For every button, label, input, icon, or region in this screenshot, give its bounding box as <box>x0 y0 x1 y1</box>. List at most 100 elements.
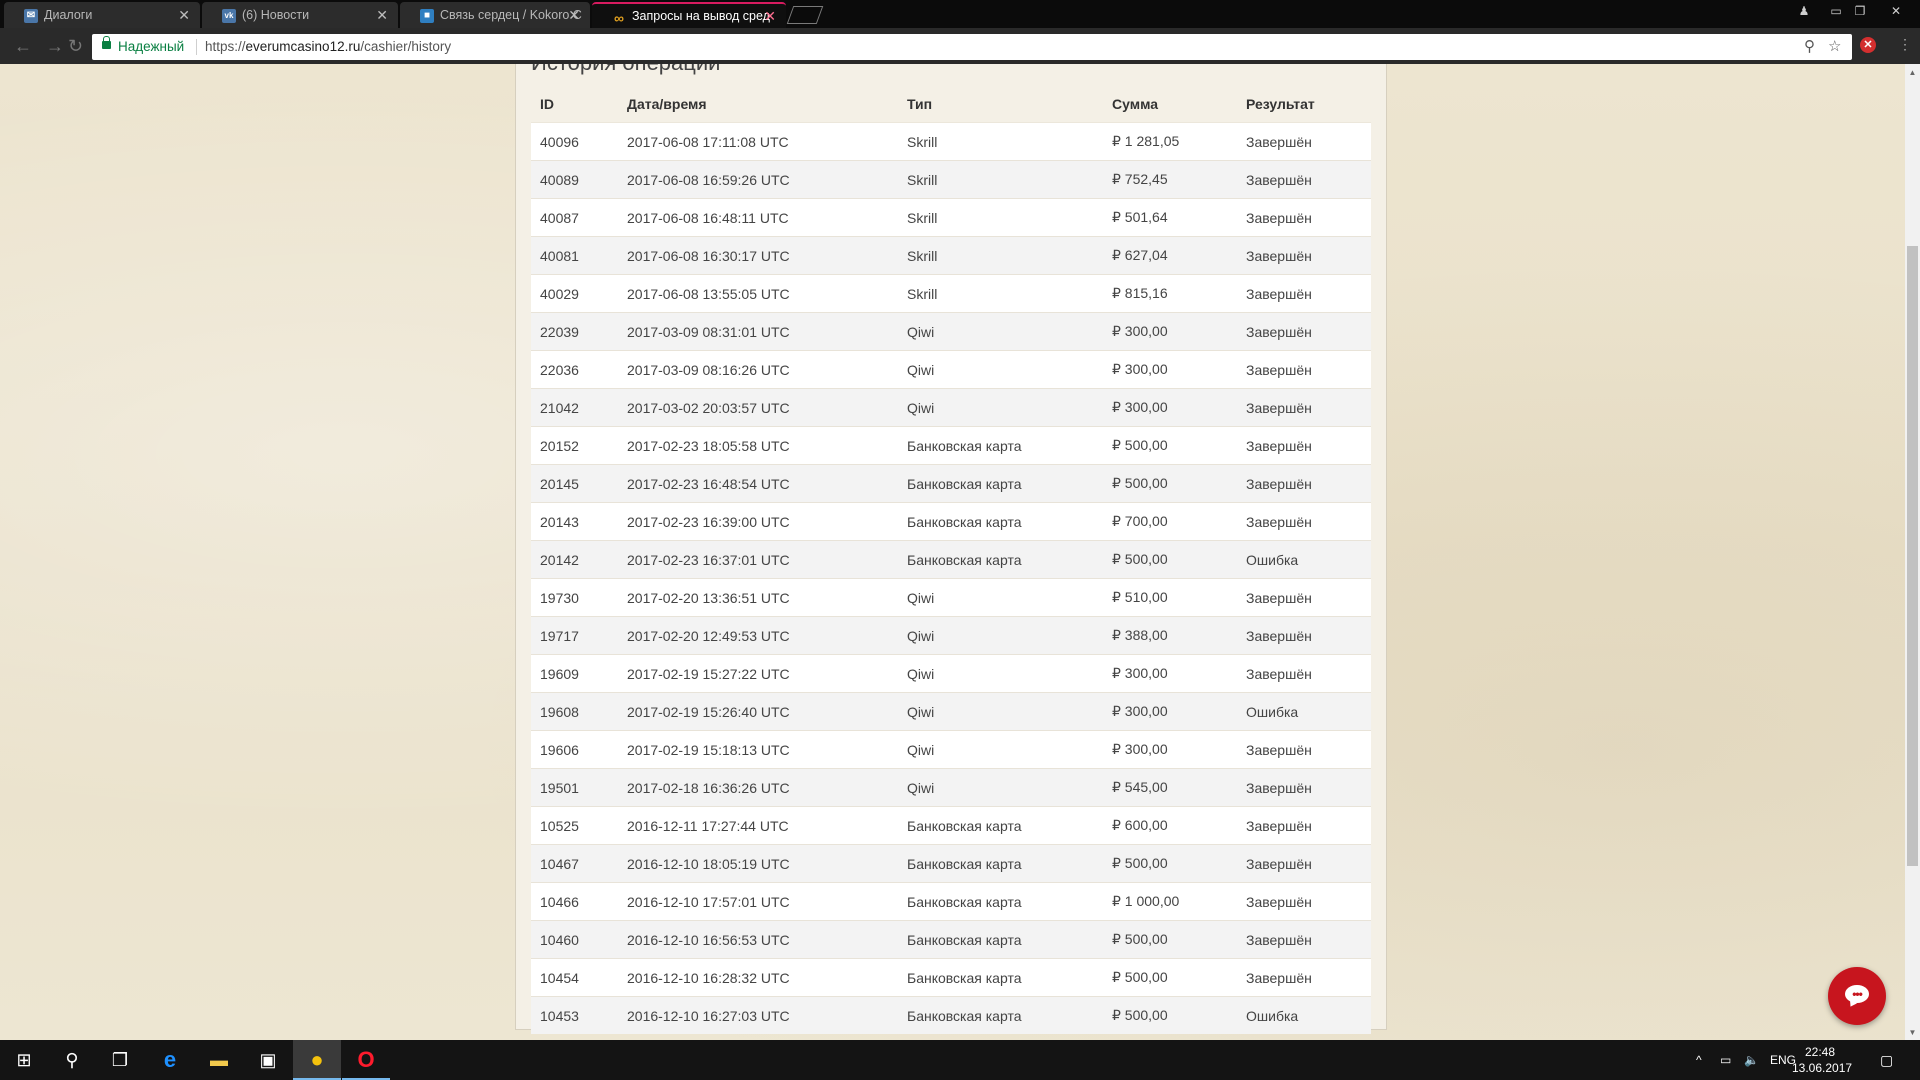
cell-amount: ₽ 300,00 <box>1103 730 1237 769</box>
explorer-button[interactable]: ▬ <box>195 1040 243 1080</box>
cell-amount: ₽ 300,00 <box>1103 350 1237 389</box>
scroll-up-arrow[interactable]: ▲ <box>1907 68 1918 77</box>
cell-type: Банковская карта <box>898 882 1103 921</box>
bookmark-icon: ■ <box>420 9 434 23</box>
tab-cashier[interactable]: ∞ Запросы на вывод сред ✕ <box>592 2 786 28</box>
folder-icon: ▬ <box>210 1050 228 1070</box>
table-row: 10525 2016-12-11 17:27:44 UTC Банковская к… <box>531 806 1371 845</box>
chat-button[interactable]: ••• <box>1828 967 1886 1025</box>
cell-amount: ₽ 627,04 <box>1103 236 1237 275</box>
column-header-datetime: Дата/время <box>618 85 898 123</box>
cell-result: Завершён <box>1237 578 1371 617</box>
cell-id: 10453 <box>531 996 618 1034</box>
star-icon[interactable]: ☆ <box>1828 37 1841 55</box>
cell-datetime: 2017-06-08 17:11:08 UTC <box>618 122 898 161</box>
tab-title: Диалоги <box>44 8 93 22</box>
scroll-down-arrow[interactable]: ▼ <box>1907 1028 1918 1037</box>
cell-result: Завершён <box>1237 616 1371 655</box>
cell-result: Завершён <box>1237 388 1371 427</box>
reload-icon[interactable]: ↻ <box>68 36 83 56</box>
profile-icon[interactable]: ♟ <box>1794 3 1814 19</box>
table-row: 40087 2017-06-08 16:48:11 UTC Skrill ₽ 501,… <box>531 198 1371 237</box>
cell-id: 10460 <box>531 920 618 959</box>
cell-type: Банковская карта <box>898 464 1103 503</box>
close-icon[interactable]: ✕ <box>178 2 190 28</box>
close-icon[interactable]: ✕ <box>764 4 776 28</box>
cell-type: Qiwi <box>898 616 1103 655</box>
new-tab-button[interactable] <box>786 6 824 24</box>
chrome-button[interactable]: ● <box>293 1040 341 1080</box>
close-icon[interactable]: ✕ <box>568 2 580 28</box>
cell-type: Skrill <box>898 274 1103 313</box>
start-button[interactable]: ⊞ <box>0 1040 48 1080</box>
browser-menu-icon[interactable]: ⋮ <box>1898 36 1912 53</box>
cell-datetime: 2017-02-19 15:18:13 UTC <box>618 730 898 769</box>
forward-icon[interactable]: → <box>46 36 64 56</box>
scrollbar-thumb[interactable] <box>1907 246 1918 866</box>
clock-time: 22:48 <box>1804 1045 1836 1059</box>
back-icon[interactable]: ← <box>14 36 32 56</box>
lock-icon <box>102 36 111 49</box>
cell-amount: ₽ 500,00 <box>1103 464 1237 503</box>
cell-amount: ₽ 752,45 <box>1103 160 1237 199</box>
cell-amount: ₽ 500,00 <box>1103 958 1237 997</box>
cell-result: Завершён <box>1237 122 1371 161</box>
tab-kokoro[interactable]: ■ Связь сердец / Kokoro C ✕ <box>400 2 590 28</box>
minimize-button[interactable]: ▭ <box>1826 3 1846 19</box>
network-icon[interactable]: ▭ <box>1720 1040 1731 1080</box>
cell-id: 21042 <box>531 388 618 427</box>
cell-result: Завершён <box>1237 236 1371 275</box>
cell-id: 19730 <box>531 578 618 617</box>
taskbar: ⊞ ⚲ ❐ e ▬ ▣ ● O ^ ▭ 🔈 ENG 22:48 13.06.20… <box>0 1040 1920 1080</box>
restore-button[interactable]: ❐ <box>1850 3 1870 19</box>
vk-icon: vk <box>222 9 236 23</box>
tray-chevron-icon[interactable]: ^ <box>1696 1040 1702 1080</box>
search-button[interactable]: ⚲ <box>48 1040 96 1080</box>
cell-amount: ₽ 500,00 <box>1103 920 1237 959</box>
volume-icon[interactable]: 🔈 <box>1744 1040 1759 1080</box>
cell-amount: ₽ 388,00 <box>1103 616 1237 655</box>
cell-amount: ₽ 700,00 <box>1103 502 1237 541</box>
adblock-extension-icon[interactable]: ✕ <box>1860 37 1876 53</box>
table-row: 20145 2017-02-23 16:48:54 UTC Банковская к… <box>531 464 1371 503</box>
cell-id: 20142 <box>531 540 618 579</box>
action-center-icon[interactable]: ▢ <box>1880 1040 1893 1080</box>
edge-button[interactable]: e <box>146 1040 194 1080</box>
store-button[interactable]: ▣ <box>244 1040 292 1080</box>
table-row: 22036 2017-03-09 08:16:26 UTC Qiwi ₽ 300,00… <box>531 350 1371 389</box>
address-bar[interactable]: Надежный https://everumcasino12.ru/cashi… <box>92 34 1852 60</box>
cell-datetime: 2016-12-10 16:56:53 UTC <box>618 920 898 959</box>
edge-icon: e <box>163 1047 177 1072</box>
cell-amount: ₽ 500,00 <box>1103 540 1237 579</box>
cell-amount: ₽ 545,00 <box>1103 768 1237 807</box>
table-row: 20152 2017-02-23 18:05:58 UTC Банковская к… <box>531 426 1371 465</box>
zoom-icon[interactable]: ⚲ <box>1804 37 1815 55</box>
cell-id: 20143 <box>531 502 618 541</box>
table-row: 20143 2017-02-23 16:39:00 UTC Банковская к… <box>531 502 1371 541</box>
opera-button[interactable]: O <box>342 1040 390 1080</box>
close-icon[interactable]: ✕ <box>376 2 388 28</box>
cell-type: Банковская карта <box>898 502 1103 541</box>
cell-type: Банковская карта <box>898 958 1103 997</box>
column-header-amount: Сумма <box>1103 85 1237 123</box>
tab-dialogs[interactable]: ✉ Диалоги ✕ <box>4 2 200 28</box>
cell-id: 22036 <box>531 350 618 389</box>
cell-type: Qiwi <box>898 388 1103 427</box>
window-close-button[interactable]: ✕ <box>1886 3 1906 19</box>
cell-result: Завершён <box>1237 806 1371 845</box>
cell-type: Qiwi <box>898 730 1103 769</box>
url-text[interactable]: https://everumcasino12.ru/cashier/histor… <box>205 39 451 54</box>
tab-title: (6) Новости <box>242 8 310 22</box>
table-body: 40096 2017-06-08 17:11:08 UTC Skrill ₽ 1 28… <box>531 122 1371 1034</box>
cell-result: Завершён <box>1237 312 1371 351</box>
clock[interactable]: 22:48 13.06.2017 <box>1792 1044 1852 1076</box>
task-view-button[interactable]: ❐ <box>96 1040 144 1080</box>
table-row: 19730 2017-02-20 13:36:51 UTC Qiwi ₽ 510,00… <box>531 578 1371 617</box>
browser-tab-bar: ✉ Диалоги ✕ vk (6) Новости ✕ ■ Связь сер… <box>0 0 1920 28</box>
cell-amount: ₽ 300,00 <box>1103 654 1237 693</box>
cell-datetime: 2017-06-08 16:59:26 UTC <box>618 160 898 199</box>
table-row: 20142 2017-02-23 16:37:01 UTC Банковская к… <box>531 540 1371 579</box>
cell-id: 40096 <box>531 122 618 161</box>
tab-news[interactable]: vk (6) Новости ✕ <box>202 2 398 28</box>
table-row: 40096 2017-06-08 17:11:08 UTC Skrill ₽ 1 28… <box>531 122 1371 161</box>
